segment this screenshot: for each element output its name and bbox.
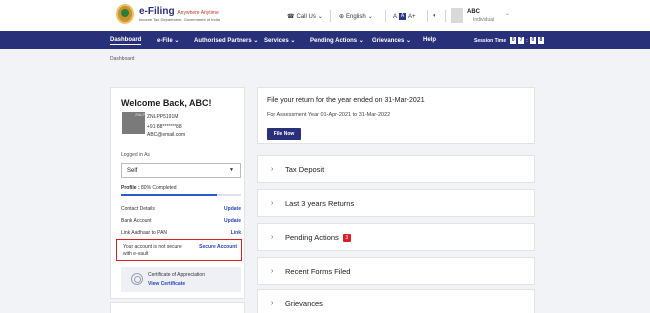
top-header: e-Filing Anywhere Anytime Income Tax Dep… [0, 0, 650, 31]
font-size-controls: A A A+ [393, 13, 416, 20]
caret-down-icon: ▼ [229, 167, 234, 173]
update-bank-link[interactable]: Update [224, 218, 241, 224]
nav-help[interactable]: Help [423, 37, 436, 43]
divider [330, 10, 331, 22]
certificate-title: Certificate of Appreciation [148, 272, 205, 278]
chevron-down-icon: ⌄ [367, 14, 373, 20]
accordion-last-3-years-returns[interactable]: › Last 3 years Returns [257, 189, 535, 217]
nav-efile[interactable]: e-File ⌄ [157, 37, 179, 44]
chevron-right-icon: › [271, 234, 274, 241]
phone-number: +91 88*******88 [147, 124, 182, 130]
divider [445, 10, 446, 22]
profile-completion: Profile : 80% Completed [121, 185, 177, 191]
profile-progress-bar [121, 194, 241, 196]
accordion-label: Pending Actions 3 [285, 233, 351, 243]
chevron-right-icon: › [271, 300, 274, 307]
session-colon: : [526, 37, 528, 44]
efiling-logo[interactable]: e-Filing Anywhere Anytime Income Tax Dep… [116, 4, 220, 24]
pan-number: ZNLPP5191M [147, 114, 179, 120]
language-label: English [346, 13, 366, 20]
contact-details-label: Contact Details [121, 206, 155, 212]
file-return-card: File your return for the year ended on 3… [257, 87, 535, 144]
font-increase-button[interactable]: A+ [408, 14, 416, 20]
chevron-right-icon: › [271, 166, 274, 173]
avatar[interactable] [451, 8, 463, 23]
accordion-tax-deposit[interactable]: › Tax Deposit [257, 155, 535, 183]
contrast-icon: ◐ [433, 13, 437, 19]
nav-services[interactable]: Services ⌄ [264, 37, 295, 44]
link-aadhaar-label: Link Aadhaar to PAN [121, 230, 168, 236]
session-digit: 0 [510, 37, 517, 44]
accordion-recent-forms-filed[interactable]: › Recent Forms Filed [257, 257, 535, 285]
nav-authorised-partners[interactable]: Authorised Partners ⌄ [194, 37, 258, 44]
user-name[interactable]: ABC [467, 9, 480, 15]
certificate-box: Certificate of Appreciation View Certifi… [121, 267, 241, 292]
view-certificate-link[interactable]: View Certificate [148, 281, 185, 287]
chevron-down-icon: ⌄ [317, 14, 323, 20]
session-label: Session Time [474, 37, 507, 44]
email-address: ABC@email.com [147, 132, 186, 138]
accordion-pending-actions[interactable]: › Pending Actions 3 [257, 223, 535, 251]
call-us-label: Call Us [296, 13, 316, 20]
logo-tagline: Anywhere Anytime [177, 9, 219, 16]
bank-account-label: Bank Account [121, 218, 152, 224]
file-now-button[interactable]: File Now [267, 128, 301, 140]
logo-title: e-Filing Anywhere Anytime [139, 5, 219, 17]
language-selector[interactable]: ⊕ English ⌄ [339, 13, 373, 21]
emblem-icon [116, 4, 134, 24]
phone-icon: ☎ [287, 14, 295, 20]
logged-in-value: Self [127, 168, 138, 174]
profile-value: 80% Completed [141, 185, 177, 191]
link-aadhaar-link[interactable]: Link [231, 230, 241, 236]
update-contact-link[interactable]: Update [224, 206, 241, 212]
secondary-card [110, 302, 245, 313]
profile-label: Profile : [121, 185, 142, 191]
session-digit: 8 [537, 37, 544, 44]
main-nav: Dashboard e-File ⌄ Authorised Partners ⌄… [0, 31, 650, 49]
secure-account-link[interactable]: Secure Account [199, 244, 237, 250]
accordion-label: Tax Deposit [285, 165, 325, 174]
font-normal-button[interactable]: A [399, 13, 407, 20]
contact-details-row: Contact Details Update [121, 206, 241, 212]
link-aadhaar-row: Link Aadhaar to PAN Link [121, 230, 241, 236]
accordion-grievances[interactable]: › Grievances [257, 289, 535, 313]
globe-icon: ⊕ [339, 14, 345, 20]
session-digit: 7 [518, 37, 525, 44]
font-decrease-button[interactable]: A [393, 14, 397, 20]
logo-subtitle: Income Tax Department, Government of Ind… [139, 16, 220, 22]
assessment-year-text: For Assessment Year 01-Apr-2021 to 31-Ma… [267, 112, 391, 118]
call-us-button[interactable]: ☎ Call Us ⌄ [287, 13, 323, 21]
welcome-heading: Welcome Back, ABC! [121, 98, 212, 108]
pending-count-badge: 3 [342, 234, 351, 243]
divider [385, 10, 386, 22]
profile-progress-fill [121, 194, 217, 196]
chevron-down-icon[interactable]: ⌄ [505, 10, 510, 17]
photo-label: ZNLPP [135, 112, 148, 117]
contrast-toggle[interactable]: ◐ [433, 13, 437, 19]
nav-dashboard[interactable]: Dashboard [110, 37, 142, 45]
accordion-label: Grievances [285, 299, 323, 308]
user-role: Individual [473, 17, 495, 23]
medal-icon [131, 273, 143, 285]
evault-alert-text: Your account is not secure with e-vault [123, 244, 182, 257]
divider [427, 10, 428, 22]
chevron-right-icon: › [271, 268, 274, 275]
profile-card: Welcome Back, ABC! ZNLPP ZNLPP5191M +91 … [110, 87, 245, 299]
logged-in-select[interactable]: Self ▼ [121, 163, 241, 178]
bank-account-row: Bank Account Update [121, 218, 241, 224]
chevron-right-icon: › [271, 200, 274, 207]
accordion-label: Last 3 years Returns [285, 199, 355, 208]
logged-in-label: Logged in As [121, 152, 150, 158]
breadcrumb[interactable]: Dashboard [110, 56, 134, 62]
session-digit: 0 [529, 37, 536, 44]
session-timer: Session Time 0 7 : 0 8 [474, 37, 544, 44]
accordion-label: Recent Forms Filed [285, 267, 351, 276]
file-return-title: File your return for the year ended on 3… [267, 97, 425, 104]
nav-grievances[interactable]: Grievances ⌄ [372, 37, 411, 44]
nav-pending-actions[interactable]: Pending Actions ⌄ [310, 37, 364, 44]
evault-alert: Your account is not secure with e-vault … [116, 239, 242, 261]
